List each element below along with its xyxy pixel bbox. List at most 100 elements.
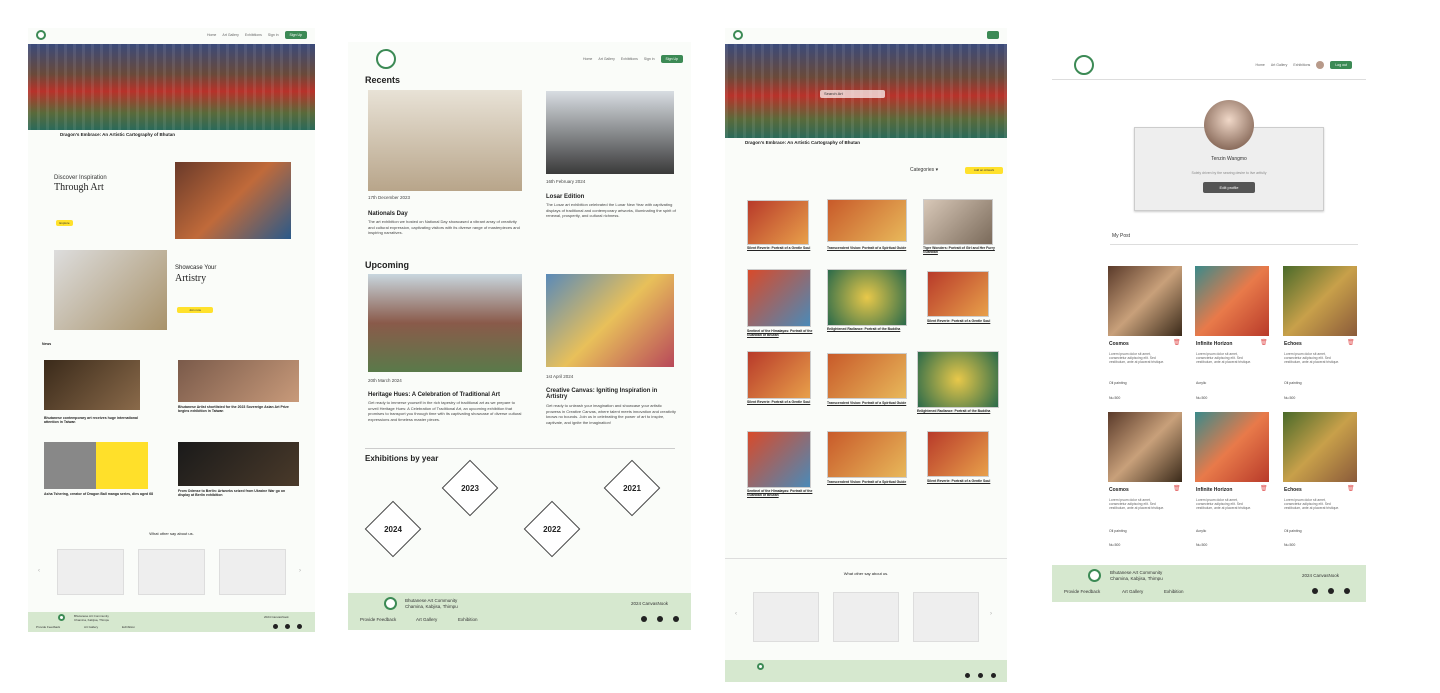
- logout-button[interactable]: Log out: [1330, 60, 1352, 69]
- trash-icon[interactable]: 🗑: [1260, 485, 1268, 492]
- trash-icon[interactable]: 🗑: [1260, 339, 1268, 346]
- artwork-title[interactable]: Tiger Wonders: Portrait of Girl and Her …: [923, 246, 995, 254]
- join-button[interactable]: Join now: [177, 307, 213, 313]
- logo-icon[interactable]: [1074, 54, 1094, 75]
- artwork-image[interactable]: [827, 353, 907, 399]
- nav-exhibitions[interactable]: Exhibitions: [1293, 63, 1310, 67]
- upcoming-title-2[interactable]: Creative Canvas: Igniting Inspiration in…: [546, 388, 676, 400]
- trash-icon[interactable]: 🗑: [1173, 339, 1181, 346]
- news-title-3[interactable]: Asha Tshering, creator of Dragon Ball ma…: [44, 492, 162, 496]
- footer-gallery-link[interactable]: Art Gallery: [84, 625, 98, 629]
- sign-up-button[interactable]: [987, 31, 999, 39]
- nav-art-gallery[interactable]: Art Gallery: [598, 57, 615, 61]
- nav-home[interactable]: Home: [583, 57, 592, 61]
- logo-icon[interactable]: [376, 49, 396, 69]
- artwork-title[interactable]: Enlightened Radiance: Portrait of the Bu…: [917, 409, 999, 413]
- sign-up-button[interactable]: Sign Up: [660, 55, 683, 63]
- post-image[interactable]: [1195, 266, 1269, 336]
- artwork-title[interactable]: Silent Reverie: Portrait of a Gentle Sou…: [747, 400, 813, 404]
- instagram-icon[interactable]: [285, 624, 290, 629]
- nav-exhibitions[interactable]: Exhibitions: [245, 33, 262, 37]
- artwork-title[interactable]: Silent Reverie: Portrait of a Gentle Sou…: [927, 479, 993, 483]
- artwork-title[interactable]: Transcendent Vision: Portrait of a Spiri…: [827, 401, 907, 405]
- artwork-image[interactable]: [747, 269, 811, 327]
- facebook-icon[interactable]: [1312, 588, 1318, 594]
- nav-sign-in[interactable]: Sign in: [268, 33, 279, 37]
- next-arrow-icon[interactable]: ›: [990, 611, 992, 617]
- footer-feedback-link[interactable]: Provide Feedback: [1064, 589, 1100, 594]
- artwork-title[interactable]: Silent Reverie: Portrait of a Gentle Sou…: [927, 319, 993, 323]
- nav-home[interactable]: Home: [1256, 63, 1265, 67]
- avatar[interactable]: [1316, 60, 1325, 69]
- explore-button[interactable]: Explore: [56, 220, 73, 226]
- nav-sign-in[interactable]: Sign in: [644, 57, 655, 61]
- sign-up-button[interactable]: Sign Up: [284, 31, 307, 39]
- artwork-title[interactable]: Sentinel of the Himalayas: Portrait of t…: [747, 329, 813, 337]
- nav-art-gallery[interactable]: Art Gallery: [1271, 63, 1288, 67]
- post-image[interactable]: [1195, 412, 1269, 482]
- artwork-image[interactable]: [747, 431, 811, 488]
- artwork-image[interactable]: [747, 200, 809, 245]
- categories-dropdown[interactable]: Categories ▾: [910, 167, 938, 173]
- next-arrow-icon[interactable]: ›: [299, 568, 301, 574]
- footer-community: Bhutanese Art Community: [405, 598, 458, 603]
- post-image[interactable]: [1283, 266, 1357, 336]
- footer-gallery-link[interactable]: Art Gallery: [1122, 589, 1143, 594]
- instagram-icon[interactable]: [1328, 588, 1334, 594]
- footer-gallery-link[interactable]: Art Gallery: [416, 617, 437, 622]
- instagram-icon[interactable]: [978, 673, 983, 678]
- prev-arrow-icon[interactable]: ‹: [735, 611, 737, 617]
- tiktok-icon[interactable]: [991, 673, 996, 678]
- news-title-2[interactable]: Bhutanese Artist shortlisted for the 202…: [178, 405, 296, 413]
- artwork-title[interactable]: Silent Reverie: Portrait of a Gentle Sou…: [747, 246, 813, 250]
- upcoming-title-1[interactable]: Heritage Hues: A Celebration of Traditio…: [368, 392, 500, 398]
- instagram-icon[interactable]: [657, 616, 663, 622]
- footer-exhibition-link[interactable]: Exhibition: [122, 625, 135, 629]
- post-image[interactable]: [1108, 412, 1182, 482]
- facebook-icon[interactable]: [965, 673, 970, 678]
- nav-art-gallery[interactable]: Art Gallery: [222, 33, 239, 37]
- artwork-title[interactable]: Enlightened Radiance: Portrait of the Bu…: [827, 327, 907, 331]
- artwork-image[interactable]: [923, 199, 993, 245]
- artwork-title[interactable]: Transcendent Vision: Portrait of a Spiri…: [827, 480, 907, 484]
- logo-icon[interactable]: [36, 30, 46, 40]
- tiktok-icon[interactable]: [1344, 588, 1350, 594]
- post-image[interactable]: [1283, 412, 1357, 482]
- artwork-image[interactable]: [827, 269, 907, 326]
- footer-feedback-link[interactable]: Provide Feedback: [36, 625, 60, 629]
- footer-exhibition-link[interactable]: Exhibition: [458, 617, 478, 622]
- footer-copyright: 2024 CanvasNook: [264, 615, 289, 619]
- prev-arrow-icon[interactable]: ‹: [38, 568, 40, 574]
- artwork-image[interactable]: [827, 431, 907, 478]
- artwork-image[interactable]: [927, 431, 989, 477]
- footer-address: Chamina, Kabjisa, Thimpu: [74, 618, 110, 622]
- artwork-title[interactable]: Transcendent Vision: Portrait of a Spiri…: [827, 246, 907, 250]
- my-post-heading: My Post: [1112, 233, 1131, 239]
- footer-exhibition-link[interactable]: Exhibition: [1164, 589, 1184, 594]
- news-title-4[interactable]: From Odense to Berlin: Artworks seized f…: [178, 489, 296, 497]
- facebook-icon[interactable]: [641, 616, 647, 622]
- artwork-title[interactable]: Sentinel of the Himalayas: Portrait of t…: [747, 489, 813, 497]
- news-title-1[interactable]: Bhutanese contemporary art receives huge…: [44, 416, 140, 424]
- artwork-image[interactable]: [747, 351, 811, 399]
- artwork-image[interactable]: [927, 271, 989, 317]
- post-image[interactable]: [1108, 266, 1182, 336]
- trash-icon[interactable]: 🗑: [1173, 485, 1181, 492]
- add-artwork-button[interactable]: Add an Artwork: [965, 167, 1003, 174]
- recent-title-2[interactable]: Losar Edition: [546, 194, 584, 200]
- edit-profile-button[interactable]: Edit profile: [1203, 182, 1255, 193]
- artwork-image[interactable]: [917, 351, 999, 408]
- facebook-icon[interactable]: [273, 624, 278, 629]
- tiktok-icon[interactable]: [297, 624, 302, 629]
- nav-exhibitions[interactable]: Exhibitions: [621, 57, 638, 61]
- footer-feedback-link[interactable]: Provide Feedback: [360, 617, 396, 622]
- trash-icon[interactable]: 🗑: [1347, 339, 1355, 346]
- search-input[interactable]: Search Art: [820, 90, 885, 98]
- recent-title-1[interactable]: Nationals Day: [368, 211, 408, 217]
- logo-icon[interactable]: [733, 30, 743, 40]
- nav-home[interactable]: Home: [207, 33, 216, 37]
- trash-icon[interactable]: 🗑: [1347, 485, 1355, 492]
- tiktok-icon[interactable]: [673, 616, 679, 622]
- artwork-image[interactable]: [827, 199, 907, 242]
- nav-bar: Home Art Gallery Exhibitions Sign in Sig…: [28, 28, 315, 42]
